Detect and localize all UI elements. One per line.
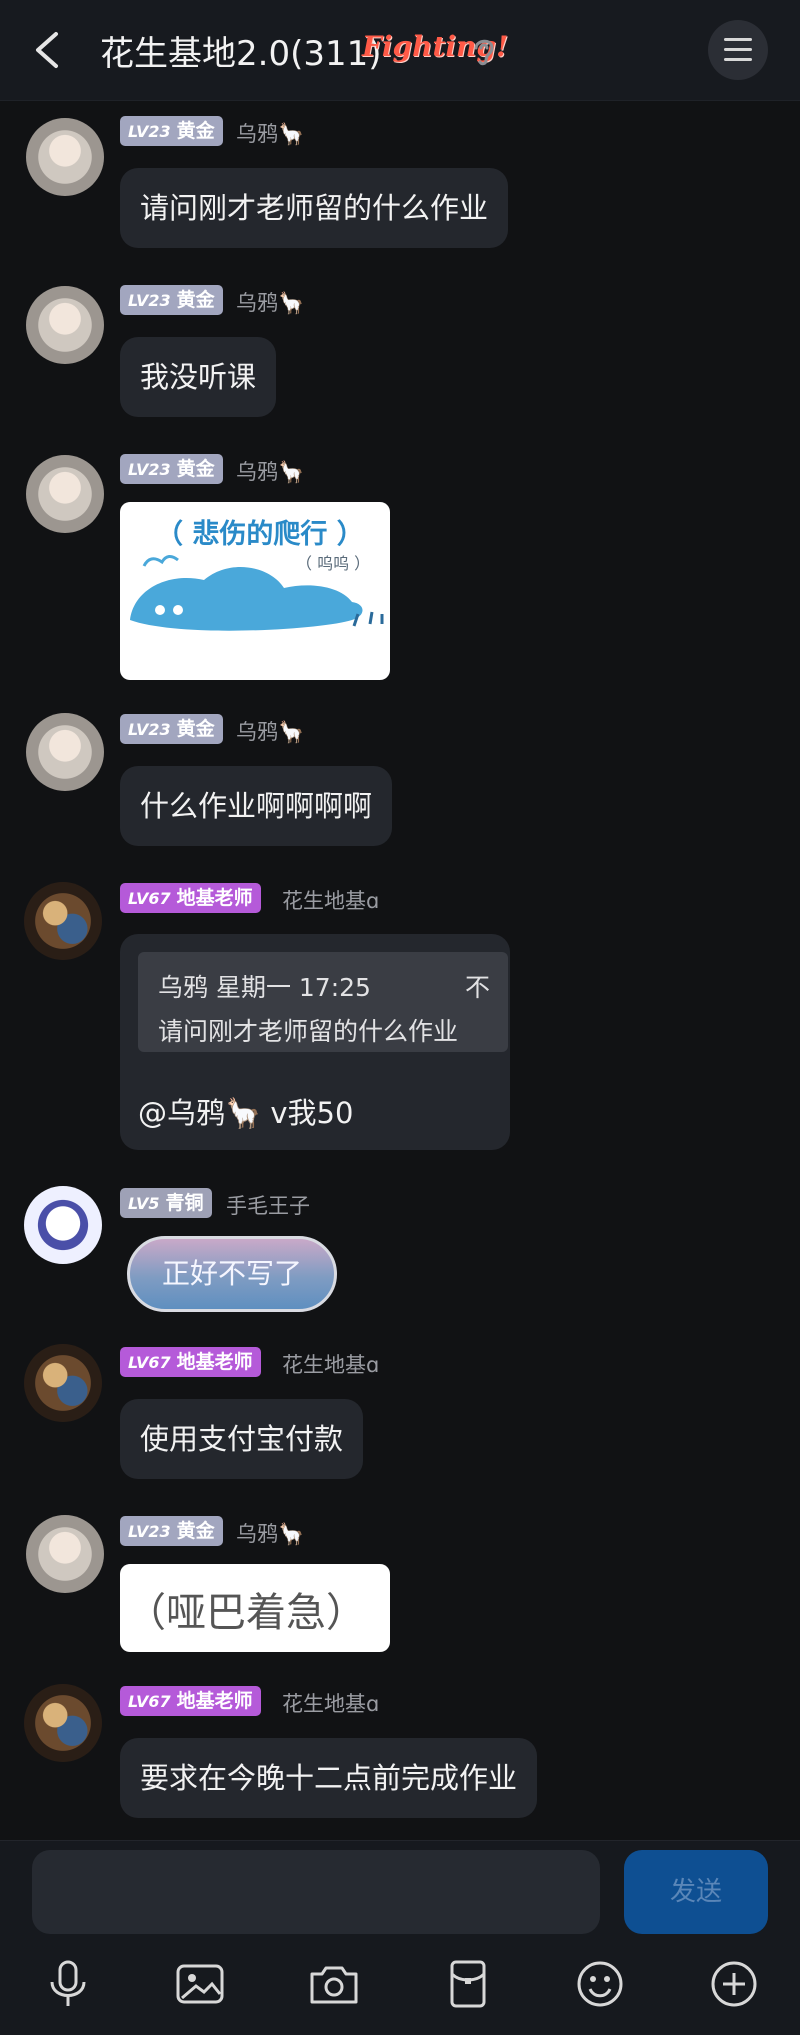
message-bubble[interactable]: 使用支付宝付款: [120, 1399, 364, 1479]
level-text: LV67: [128, 1692, 171, 1711]
rank-text: 黄金: [176, 1520, 215, 1542]
level-badge: LV67 地基老师: [120, 1347, 261, 1377]
back-arrow-icon[interactable]: [28, 28, 68, 72]
red-packet-icon[interactable]: [440, 1956, 496, 2012]
send-button[interactable]: 发送: [624, 1850, 768, 1934]
level-text: LV23: [128, 1522, 171, 1541]
avatar-shoumao[interactable]: [24, 1186, 102, 1264]
level-text: LV67: [128, 1353, 171, 1372]
sticker-text: （哑巴着急）: [126, 1590, 366, 1636]
capsule-sticker[interactable]: 正好不写了: [127, 1236, 337, 1312]
emoji-icon[interactable]: [572, 1956, 628, 2012]
rank-text: 黄金: [176, 289, 215, 311]
username[interactable]: 花生地基ɑ: [282, 1349, 379, 1379]
quote-icon: 不: [464, 973, 490, 1002]
menu-line-icon: [724, 38, 752, 41]
sticker-crawling-image[interactable]: （ 悲伤的爬行 ） （ 呜呜 ）: [120, 502, 390, 680]
text-sticker[interactable]: （哑巴着急）: [120, 1564, 390, 1652]
rank-text: 黄金: [176, 120, 215, 142]
username[interactable]: 花生地基ɑ: [282, 1688, 379, 1718]
rank-text: 青铜: [165, 1192, 204, 1214]
level-badge: LV23 黄金: [120, 714, 223, 744]
message-bubble[interactable]: 什么作业啊啊啊啊: [120, 766, 393, 846]
quote-meta: 乌鸦 星期一 17:25: [158, 973, 371, 1002]
level-text: LV23: [128, 460, 171, 479]
level-text: LV23: [128, 122, 171, 141]
plus-icon[interactable]: [706, 1956, 762, 2012]
reply-text: @乌鸦🦙 v我50: [138, 1096, 354, 1130]
level-badge: LV67 地基老师: [120, 1686, 261, 1716]
username[interactable]: 乌鸦🦙: [236, 1518, 304, 1548]
rank-text: 地基老师: [176, 887, 253, 909]
username[interactable]: 乌鸦🦙: [236, 716, 304, 746]
avatar-wuya[interactable]: [26, 286, 104, 364]
level-badge: LV23 黄金: [120, 116, 223, 146]
chat-header: 花生基地2.0(311) Fighting!: [0, 0, 800, 101]
level-badge: LV23 黄金: [120, 1516, 223, 1546]
level-text: LV67: [128, 889, 171, 908]
avatar-wuya[interactable]: [26, 713, 104, 791]
message-input[interactable]: [32, 1850, 600, 1934]
level-badge: LV23 黄金: [120, 285, 223, 315]
level-text: LV23: [128, 291, 171, 310]
username[interactable]: 乌鸦🦙: [236, 456, 304, 486]
message-bubble[interactable]: 要求在今晚十二点前完成作业: [120, 1738, 538, 1818]
mic-icon[interactable]: [40, 1956, 96, 2012]
avatar-teacher[interactable]: [24, 1344, 102, 1422]
username[interactable]: 手毛王子: [226, 1190, 310, 1220]
username[interactable]: 乌鸦🦙: [236, 287, 304, 317]
level-badge: LV67 地基老师: [120, 883, 261, 913]
level-text: LV5: [128, 1194, 160, 1213]
quote-text: 请问刚才老师留的什么作业: [158, 1017, 459, 1046]
avatar-wuya[interactable]: [26, 118, 104, 196]
blue-blob-drawing: [130, 555, 384, 631]
level-text: LV23: [128, 720, 171, 739]
rank-text: 黄金: [176, 718, 215, 740]
menu-line-icon: [724, 48, 752, 51]
avatar-wuya[interactable]: [26, 455, 104, 533]
username[interactable]: 乌鸦🦙: [236, 118, 304, 148]
ear-icon[interactable]: [470, 34, 498, 68]
avatar-teacher[interactable]: [24, 1684, 102, 1762]
menu-button[interactable]: [708, 20, 768, 80]
level-badge: LV23 黄金: [120, 454, 223, 484]
rank-text: 地基老师: [176, 1351, 253, 1373]
level-badge: LV5 青铜: [120, 1188, 212, 1218]
image-icon[interactable]: [172, 1956, 228, 2012]
avatar-wuya[interactable]: [26, 1515, 104, 1593]
rank-text: 黄金: [176, 458, 215, 480]
camera-icon[interactable]: [306, 1956, 362, 2012]
group-title[interactable]: 花生基地2.0(311): [100, 26, 382, 75]
message-bubble[interactable]: 请问刚才老师留的什么作业: [120, 168, 509, 248]
avatar-teacher[interactable]: [24, 882, 102, 960]
message-bubble[interactable]: 我没听课: [120, 337, 277, 417]
rank-text: 地基老师: [176, 1690, 253, 1712]
quoted-message[interactable]: 乌鸦 星期一 17:25 不 请问刚才老师留的什么作业: [138, 952, 508, 1052]
username[interactable]: 花生地基ɑ: [282, 885, 379, 915]
menu-line-icon: [724, 58, 752, 61]
